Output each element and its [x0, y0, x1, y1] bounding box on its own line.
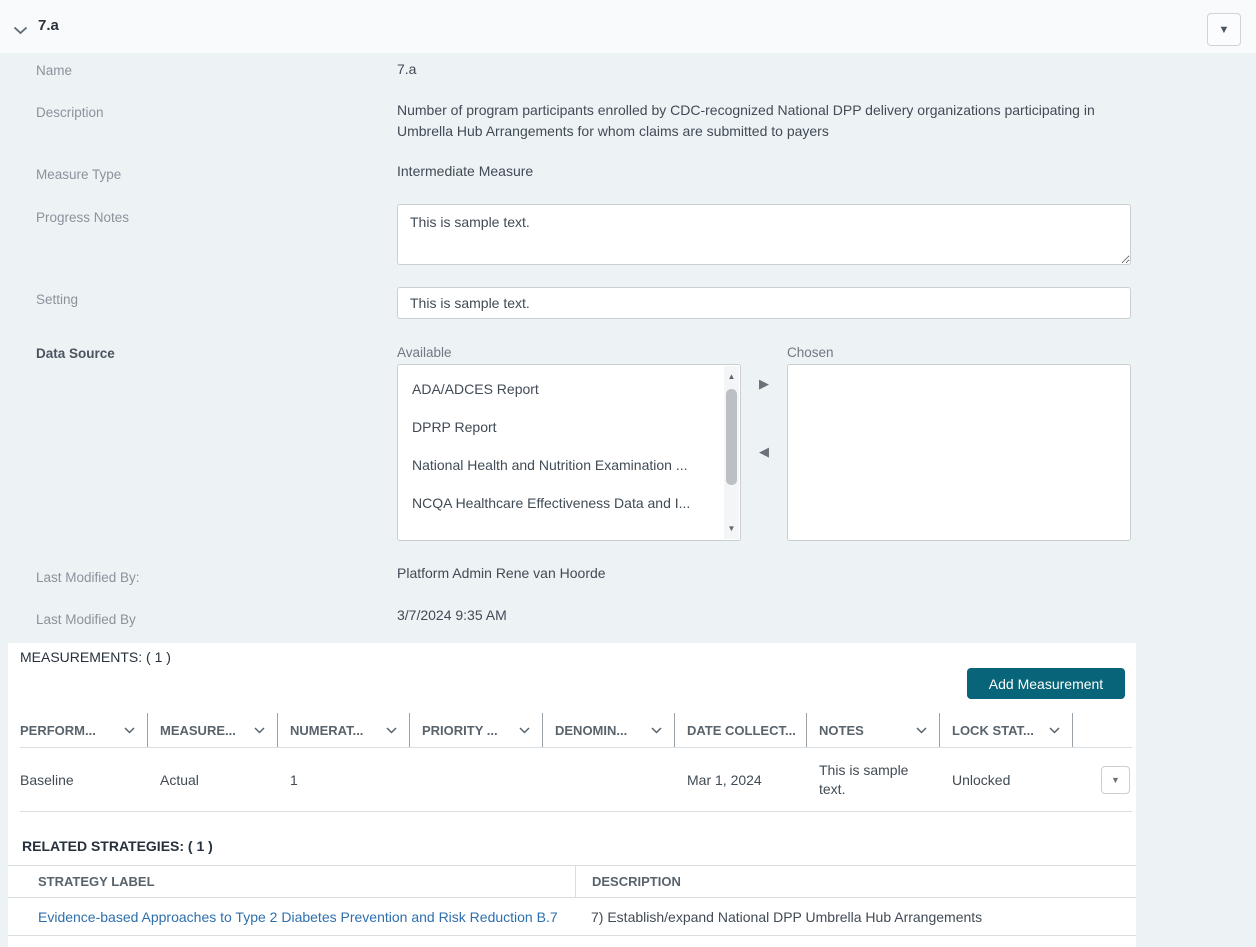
- scroll-up-icon[interactable]: ▲: [724, 369, 739, 384]
- cell-numerator: 1: [278, 772, 410, 788]
- last-modified-date-label: Last Modified By: [36, 612, 136, 627]
- sort-chevron-icon: [124, 727, 135, 734]
- strategy-link[interactable]: Evidence-based Approaches to Type 2 Diab…: [38, 909, 558, 925]
- column-header-description: DESCRIPTION: [575, 866, 1136, 897]
- header-band: [0, 0, 1256, 53]
- measurements-heading: MEASUREMENTS: ( 1 ): [20, 649, 171, 665]
- column-header-lock-status[interactable]: LOCK STAT...: [940, 713, 1073, 747]
- column-header-performance[interactable]: PERFORM...: [20, 713, 148, 747]
- table-row: Evidence-based Approaches to Type 2 Diab…: [8, 898, 1136, 936]
- sort-chevron-icon: [386, 727, 397, 734]
- related-strategies-table-header: STRATEGY LABEL DESCRIPTION: [8, 865, 1136, 898]
- column-header-actions: [1073, 713, 1132, 747]
- page-title: 7.a: [38, 17, 59, 34]
- list-item[interactable]: DPRP Report: [398, 408, 740, 446]
- column-header-numerator[interactable]: NUMERAT...: [278, 713, 410, 747]
- sort-chevron-icon: [651, 727, 662, 734]
- cell-description: 7) Establish/expand National DPP Umbrell…: [575, 909, 1136, 925]
- measure-type-value: Intermediate Measure: [397, 163, 533, 179]
- triangle-right-icon: ▶: [759, 376, 769, 392]
- cell-notes: This is sample text.: [807, 761, 940, 799]
- cell-lock-status: Unlocked: [940, 772, 1073, 788]
- cell-strategy-label: Evidence-based Approaches to Type 2 Diab…: [8, 909, 575, 925]
- setting-label: Setting: [36, 292, 78, 307]
- list-item[interactable]: National Health and Nutrition Examinatio…: [398, 446, 740, 484]
- related-strategies-heading: RELATED STRATEGIES: ( 1 ): [22, 838, 213, 854]
- chevron-down-icon[interactable]: [13, 22, 28, 40]
- chosen-label: Chosen: [787, 345, 834, 360]
- caret-down-icon: ▼: [1219, 24, 1230, 36]
- caret-down-icon: ▼: [1111, 775, 1120, 785]
- available-list: ADA/ADCES Report DPRP Report National He…: [398, 365, 740, 540]
- data-source-label: Data Source: [36, 346, 115, 361]
- triangle-left-icon: ◀: [759, 444, 769, 460]
- column-header-denominator[interactable]: DENOMIN...: [543, 713, 675, 747]
- progress-notes-label: Progress Notes: [36, 210, 129, 225]
- available-label: Available: [397, 345, 452, 360]
- list-item[interactable]: ADA/ADCES Report: [398, 370, 740, 408]
- move-left-button[interactable]: ◀: [753, 441, 775, 463]
- chosen-listbox[interactable]: [787, 364, 1131, 541]
- sort-chevron-icon: [519, 727, 530, 734]
- description-value: Number of program participants enrolled …: [397, 100, 1133, 142]
- progress-notes-textarea[interactable]: This is sample text.: [397, 204, 1131, 265]
- column-header-measure[interactable]: MEASURE...: [148, 713, 278, 747]
- sort-chevron-icon: [916, 727, 927, 734]
- name-label: Name: [36, 63, 72, 78]
- section-menu-button[interactable]: ▼: [1207, 13, 1241, 46]
- cell-performance: Baseline: [20, 772, 148, 788]
- last-modified-by-user-label: Last Modified By:: [36, 570, 140, 585]
- column-header-priority[interactable]: PRIORITY ...: [410, 713, 543, 747]
- scroll-down-icon[interactable]: ▼: [724, 521, 739, 536]
- cell-measure: Actual: [148, 772, 278, 788]
- scrollbar[interactable]: ▲ ▼: [724, 366, 739, 539]
- column-header-date-collected[interactable]: DATE COLLECT...: [675, 713, 807, 747]
- cell-date-collected: Mar 1, 2024: [675, 772, 807, 788]
- scrollbar-thumb[interactable]: [726, 389, 737, 485]
- move-right-button[interactable]: ▶: [753, 373, 775, 395]
- column-header-strategy-label: STRATEGY LABEL: [8, 874, 575, 889]
- cell-actions: ▼: [1073, 766, 1132, 794]
- available-listbox[interactable]: ADA/ADCES Report DPRP Report National He…: [397, 364, 741, 541]
- row-menu-button[interactable]: ▼: [1101, 766, 1130, 794]
- details-panel: MEASUREMENTS: ( 1 ) Add Measurement PERF…: [8, 643, 1136, 947]
- measure-type-label: Measure Type: [36, 167, 121, 182]
- name-value: 7.a: [397, 61, 416, 77]
- add-measurement-button[interactable]: Add Measurement: [967, 668, 1125, 699]
- measurements-table-header: PERFORM... MEASURE... NUMERAT... PRIORIT…: [20, 713, 1132, 748]
- list-item[interactable]: NCQA Healthcare Effectiveness Data and I…: [398, 484, 740, 522]
- sort-chevron-icon: [1049, 727, 1060, 734]
- column-header-notes[interactable]: NOTES: [807, 713, 940, 747]
- last-modified-date-value: 3/7/2024 9:35 AM: [397, 607, 507, 623]
- description-label: Description: [36, 105, 104, 120]
- table-row: Baseline Actual 1 Mar 1, 2024 This is sa…: [20, 748, 1132, 812]
- last-modified-by-user-value: Platform Admin Rene van Hoorde: [397, 565, 606, 581]
- measure-detail-page: 7.a ▼ Name 7.a Description Number of pro…: [0, 0, 1256, 947]
- setting-input[interactable]: [397, 287, 1131, 319]
- sort-chevron-icon: [254, 727, 265, 734]
